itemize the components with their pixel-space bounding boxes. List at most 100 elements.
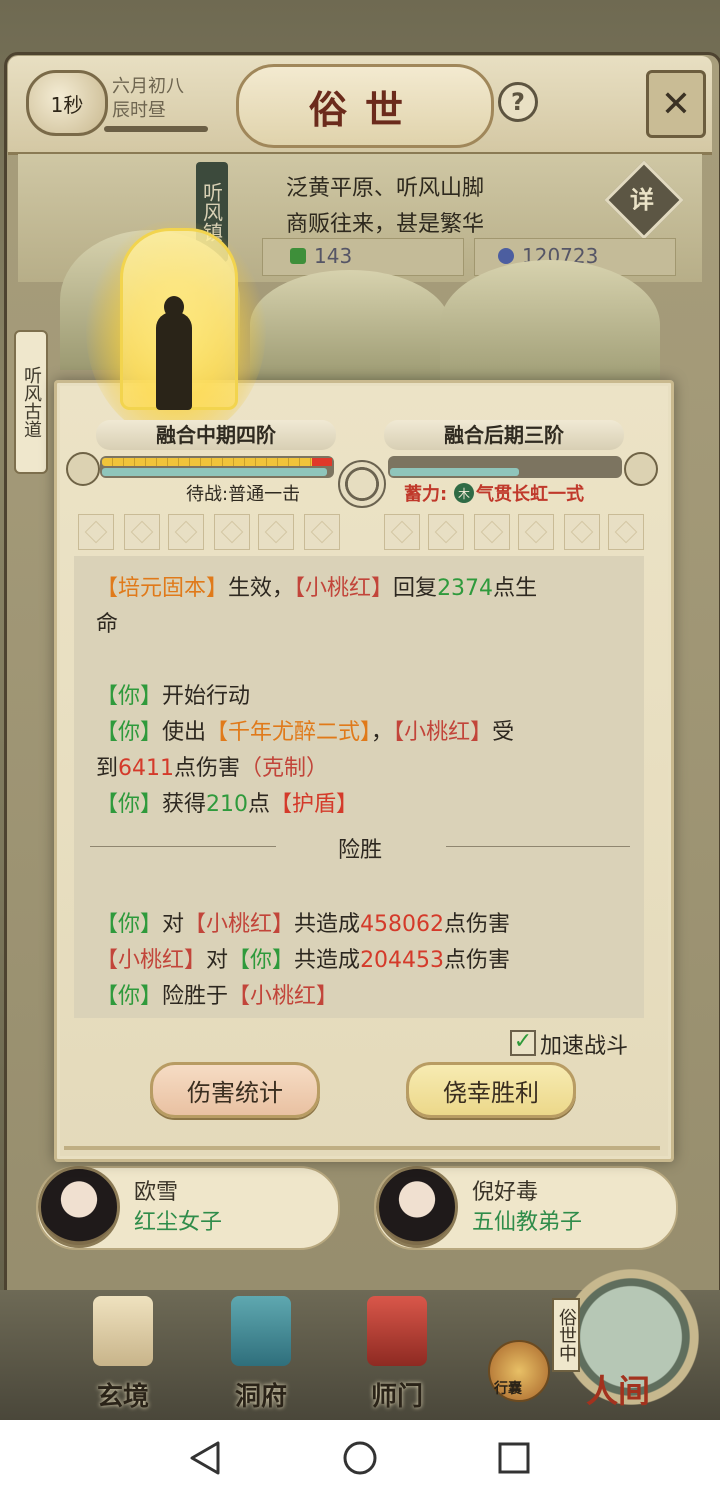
divider — [90, 846, 276, 847]
enemy-name: 【小桃红】 — [294, 576, 394, 601]
nav-item-xuanjing[interactable]: 玄境 — [68, 1296, 178, 1414]
close-icon: ✕ — [660, 83, 692, 125]
nav-label: 师门 — [370, 1382, 423, 1412]
skill-name: 【千年尤醉二式】 — [206, 720, 372, 745]
detail-button-label[interactable]: 详 — [622, 180, 662, 215]
player-silhouette — [156, 312, 192, 410]
log-text: 使出 — [162, 720, 207, 745]
player-hp-loss — [312, 458, 332, 466]
location-description-2: 商贩往来，甚是繁华 — [286, 212, 485, 237]
enemy-orb-icon — [624, 452, 658, 486]
enemy-name: 【小桃红】 — [228, 984, 339, 1009]
location-description-1: 泛黄平原、听风山脚 — [286, 176, 485, 201]
skill-name: 【培元固本】 — [96, 576, 229, 601]
player-name: 【你】 — [96, 912, 163, 937]
speed-up-checkbox[interactable]: ✓ — [510, 1030, 536, 1056]
divider — [446, 846, 630, 847]
log-line: 【培元固本】生效，【小桃红】回复2374点生 — [96, 570, 537, 602]
log-line: 【你】开始行动 — [96, 678, 250, 710]
log-text: 点伤害 — [174, 756, 241, 781]
recents-icon[interactable] — [496, 1440, 532, 1476]
log-text: 对 — [206, 948, 229, 973]
spirit-stone-icon — [290, 248, 306, 264]
enemy-name: 【小桃红】 — [393, 720, 493, 745]
log-text: 险胜于 — [162, 984, 229, 1009]
banner-icon — [367, 1296, 427, 1366]
damage-number: 6411 — [118, 756, 175, 781]
lucky-win-button[interactable]: 侥幸胜利 — [406, 1062, 576, 1118]
summary-line: 【你】险胜于【小桃红】 — [96, 978, 338, 1010]
summary-line: 【小桃红】对【你】共造成204453点伤害 — [96, 942, 510, 974]
back-icon[interactable] — [188, 1440, 224, 1476]
enemy-buff-slot — [564, 514, 600, 550]
character-role: 五仙教弟子 — [472, 1210, 583, 1235]
log-text: 获得 — [162, 792, 207, 817]
log-text: 共造成 — [294, 948, 361, 973]
enemy-name: 【小桃红】 — [96, 948, 207, 973]
battle-result-title: 险胜 — [337, 838, 382, 863]
nav-item-dongfu[interactable]: 洞府 — [206, 1296, 316, 1414]
nav-item-shimen[interactable]: 师门 — [342, 1296, 452, 1414]
log-text: 共造成 — [294, 912, 361, 937]
damage-stats-button[interactable]: 伤害统计 — [150, 1062, 320, 1118]
wood-element-icon: 木 — [454, 483, 474, 503]
player-orb-icon — [66, 452, 100, 486]
log-text: 点 — [248, 792, 271, 817]
current-realm-tag: 俗世中 — [552, 1298, 580, 1372]
home-icon[interactable] — [342, 1440, 378, 1476]
scroll-icon — [93, 1296, 153, 1366]
log-text: 到 — [96, 756, 119, 781]
time-speed-badge[interactable]: 1秒 — [26, 70, 108, 136]
enemy-name: 【小桃红】 — [184, 912, 295, 937]
shield-number: 210 — [206, 792, 249, 817]
player-name: 【你】 — [96, 684, 163, 709]
player-stance: 待战:普通一击 — [186, 484, 301, 505]
player-energy-bar — [102, 468, 327, 476]
log-text: 受 — [492, 720, 515, 745]
enemy-buff-slot — [608, 514, 644, 550]
player-buff-slot — [304, 514, 340, 550]
player-buff-slot — [124, 514, 160, 550]
heal-number: 2374 — [437, 576, 494, 601]
help-button[interactable]: ? — [498, 82, 538, 122]
player-buff-slot — [78, 514, 114, 550]
time-progress-bar — [104, 126, 208, 132]
player-name: 【你】 — [96, 792, 163, 817]
nav-label-renjian: 人间 — [586, 1372, 651, 1410]
log-text: 对 — [162, 912, 185, 937]
title-plaque: 俗世 — [236, 64, 494, 148]
log-line: 命 — [96, 606, 118, 638]
game-time-of-day: 辰时昼 — [112, 100, 166, 121]
enemy-buff-slot — [518, 514, 554, 550]
taiji-icon — [338, 460, 386, 508]
nav-label: 玄境 — [96, 1382, 149, 1412]
player-buff-slot — [214, 514, 250, 550]
enemy-buff-slot — [428, 514, 464, 550]
log-text: 点伤害 — [444, 948, 511, 973]
enemy-stance-label: 蓄力: — [404, 484, 448, 505]
player-buff-slot — [258, 514, 294, 550]
game-date: 六月初八 — [112, 76, 184, 97]
enemy-stance-skill: 气贯长虹一式 — [476, 484, 584, 505]
log-text: 点生 — [493, 576, 538, 601]
close-button[interactable]: ✕ — [646, 70, 706, 138]
pavilion-icon — [231, 1296, 291, 1366]
enemy-buff-slot — [384, 514, 420, 550]
resource-1-value: 143 — [314, 244, 353, 268]
log-text: 命 — [96, 612, 119, 637]
nav-label: 洞府 — [234, 1382, 287, 1412]
shield-tag: 【护盾】 — [270, 792, 359, 817]
speed-up-label[interactable]: 加速战斗 — [540, 1028, 628, 1060]
player-name: 【你】 — [228, 948, 295, 973]
player-buff-slot — [168, 514, 204, 550]
enemy-buff-slot — [474, 514, 510, 550]
mountain-decoration — [250, 270, 450, 380]
summary-line: 【你】对【小桃红】共造成458062点伤害 — [96, 906, 510, 938]
nav-label-xingnang: 行囊 — [494, 1381, 522, 1397]
log-text: 开始行动 — [162, 684, 251, 709]
side-location-tab[interactable]: 听风古道 — [14, 330, 48, 474]
mountain-decoration — [440, 260, 660, 390]
player-hp-bar — [102, 458, 327, 466]
log-text: 回复 — [393, 576, 438, 601]
log-text: 点伤害 — [444, 912, 511, 937]
